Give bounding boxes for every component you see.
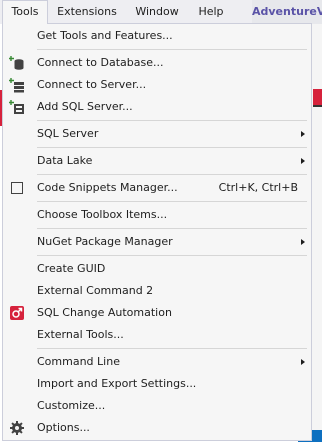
menu-item-data-lake[interactable]: Data Lake: [3, 150, 311, 172]
menu-item-code-snippets-manager[interactable]: Code Snippets Manager... Ctrl+K, Ctrl+B: [3, 177, 311, 199]
menu-item-create-guid[interactable]: Create GUID: [3, 258, 311, 280]
menu-item-import-export-settings[interactable]: Import and Export Settings...: [3, 373, 311, 395]
menu-bar: Tools Extensions Window Help AdventureV: [0, 0, 322, 24]
menu-item-options[interactable]: Options...: [3, 417, 311, 439]
menu-item-label: Connect to Server...: [37, 78, 147, 91]
background-toolbar-strip-right: [313, 89, 322, 105]
sql-change-automation-icon: [9, 305, 25, 321]
menu-separator: [37, 255, 307, 256]
menu-separator: [37, 174, 307, 175]
menu-item-label: Customize...: [37, 399, 106, 412]
menu-item-label: External Tools...: [37, 328, 124, 341]
menu-separator: [37, 348, 307, 349]
menu-extensions[interactable]: Extensions: [50, 0, 124, 24]
add-sql-server-icon: [9, 99, 25, 115]
menu-item-label: Code Snippets Manager...: [37, 181, 178, 194]
menu-item-label: Choose Toolbox Items...: [37, 208, 168, 221]
menu-item-label: Data Lake: [37, 154, 93, 167]
gear-icon: [9, 420, 25, 436]
menu-item-nuget-package-manager[interactable]: NuGet Package Manager: [3, 231, 311, 253]
menu-item-label: Options...: [37, 421, 90, 434]
menu-item-sql-server[interactable]: SQL Server: [3, 123, 311, 145]
menu-item-choose-toolbox-items[interactable]: Choose Toolbox Items...: [3, 204, 311, 226]
menu-separator: [37, 201, 307, 202]
menu-help[interactable]: Help: [190, 0, 232, 24]
code-snippets-icon: [9, 180, 25, 196]
menu-item-label: External Command 2: [37, 284, 154, 297]
menu-item-external-tools[interactable]: External Tools...: [3, 324, 311, 346]
menu-item-external-command-2[interactable]: External Command 2: [3, 280, 311, 302]
menu-item-label: Command Line: [37, 355, 120, 368]
submenu-arrow-icon: [301, 359, 305, 365]
menu-item-shortcut: Ctrl+K, Ctrl+B: [218, 181, 298, 194]
menu-item-label: Add SQL Server...: [37, 100, 133, 113]
visual-studio-window: Tools Extensions Window Help AdventureV …: [0, 0, 322, 442]
submenu-arrow-icon: [301, 131, 305, 137]
menu-item-label: Connect to Database...: [37, 56, 164, 69]
menu-item-command-line[interactable]: Command Line: [3, 351, 311, 373]
menu-item-label: NuGet Package Manager: [37, 235, 173, 248]
menu-item-label: Get Tools and Features...: [37, 29, 173, 42]
menu-item-connect-to-server[interactable]: Connect to Server...: [3, 74, 311, 96]
menu-separator: [37, 120, 307, 121]
menu-window[interactable]: Window: [128, 0, 186, 24]
menu-item-label: Import and Export Settings...: [37, 377, 197, 390]
menu-item-label: Create GUID: [37, 262, 106, 275]
tools-dropdown-menu: Get Tools and Features... Connect to Dat…: [2, 23, 312, 441]
menu-separator: [37, 228, 307, 229]
menu-item-connect-to-database[interactable]: Connect to Database...: [3, 52, 311, 74]
menu-separator: [37, 49, 307, 50]
background-editor-area: [312, 24, 322, 442]
menu-tools[interactable]: Tools: [2, 0, 48, 24]
solution-name-badge[interactable]: AdventureV: [252, 0, 322, 24]
submenu-arrow-icon: [301, 158, 305, 164]
menu-item-sql-change-automation[interactable]: SQL Change Automation: [3, 302, 311, 324]
menu-separator: [37, 147, 307, 148]
menu-item-customize[interactable]: Customize...: [3, 395, 311, 417]
menu-item-label: SQL Change Automation: [37, 306, 172, 319]
menu-item-add-sql-server[interactable]: Add SQL Server...: [3, 96, 311, 118]
connect-server-icon: [9, 77, 25, 93]
submenu-arrow-icon: [301, 239, 305, 245]
connect-database-icon: [9, 55, 25, 71]
menu-item-label: SQL Server: [37, 127, 99, 140]
menu-item-get-tools-and-features[interactable]: Get Tools and Features...: [3, 25, 311, 47]
background-divider: [313, 105, 322, 107]
